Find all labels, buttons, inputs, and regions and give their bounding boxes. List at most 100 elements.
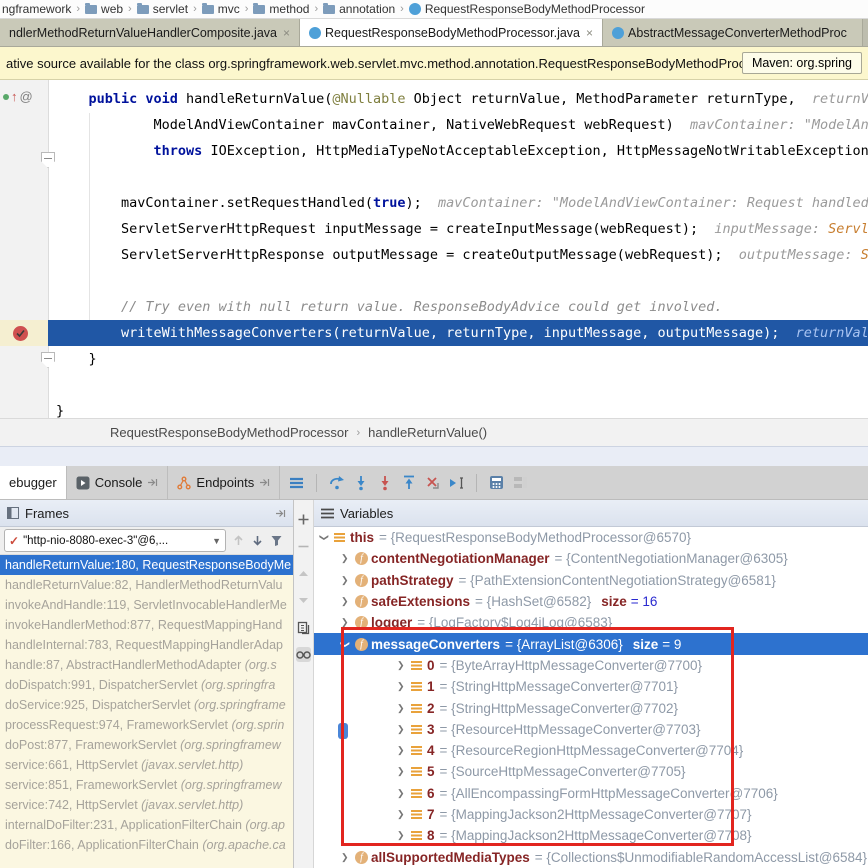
maven-library-button[interactable]: Maven: org.spring — [742, 52, 862, 74]
chevron-icon[interactable] — [341, 596, 355, 607]
override-gutter-marks[interactable]: ↑ @ — [3, 90, 33, 103]
stack-frame-row[interactable]: handleReturnValue:180, RequestResponseBo… — [0, 555, 293, 575]
show-watches-icon[interactable] — [296, 647, 311, 662]
breadcrumb-method[interactable]: handleReturnValue() — [368, 425, 487, 440]
remove-watch-icon[interactable] — [296, 539, 311, 554]
stack-frame-row[interactable]: service:851, FrameworkServlet (org.sprin… — [0, 775, 293, 795]
variable-row[interactable]: contentNegotiationManager = {ContentNego… — [314, 548, 868, 569]
frame-location: doDispatch:991, DispatcherServlet — [5, 678, 201, 692]
frame-location: invokeAndHandle:119, ServletInvocableHan… — [5, 598, 287, 612]
variable-value: = {ByteArrayHttpMessageConverter@7700} — [440, 658, 702, 673]
close-icon[interactable]: × — [283, 26, 290, 40]
stack-frame-row[interactable]: internalDoFilter:231, ApplicationFilterC… — [0, 815, 293, 835]
variables-panel: Variables this = {RequestResponseBodyMet… — [314, 500, 868, 868]
chevron-icon[interactable] — [341, 852, 355, 863]
jump-to-icon[interactable] — [275, 508, 286, 519]
chevron-separator-icon: › — [314, 3, 318, 15]
thread-dropdown[interactable]: ✓ "http-nio-8080-exec-3"@6,... ▼ — [4, 529, 226, 552]
chevron-icon[interactable] — [341, 553, 355, 564]
editor-tab-label: AbstractMessageConverterMethodProc — [628, 26, 847, 40]
variable-value: = {PathExtensionContentNegotiationStrate… — [459, 573, 776, 588]
stack-frame-row[interactable]: handle:87, AbstractHandlerMethodAdapter … — [0, 655, 293, 675]
breadcrumb-item[interactable]: ngframework › — [2, 2, 85, 16]
stack-frame-row[interactable]: invokeHandlerMethod:877, RequestMappingH… — [0, 615, 293, 635]
variable-row[interactable]: safeExtensions = {HashSet@6582} size = 1… — [314, 591, 868, 612]
chevron-icon[interactable] — [397, 724, 411, 735]
step-over-icon[interactable] — [328, 474, 345, 491]
stack-frame-row[interactable]: service:661, HttpServlet (javax.servlet.… — [0, 755, 293, 775]
variable-row[interactable]: allSupportedMediaTypes = {Collections$Un… — [314, 846, 868, 867]
variable-row[interactable]: 8 = {MappingJackson2HttpMessageConverter… — [314, 825, 868, 846]
variable-row[interactable]: 3 = {ResourceHttpMessageConverter@7703} — [314, 719, 868, 740]
variable-row[interactable]: 1 = {StringHttpMessageConverter@7701} — [314, 676, 868, 697]
filter-frames-icon[interactable] — [270, 534, 283, 547]
variable-value: = {MappingJackson2HttpMessageConverter@7… — [440, 828, 752, 843]
breadcrumb-item[interactable]: annotation › — [323, 2, 409, 16]
move-down-icon[interactable] — [296, 593, 311, 608]
breadcrumb-item[interactable]: servlet › — [137, 2, 202, 16]
variable-row[interactable]: 0 = {ByteArrayHttpMessageConverter@7700} — [314, 655, 868, 676]
stack-frame-row[interactable]: doPost:877, FrameworkServlet (org.spring… — [0, 735, 293, 755]
run-to-cursor-icon[interactable] — [448, 474, 465, 491]
stack-frame-row[interactable]: handleReturnValue:82, HandlerMethodRetur… — [0, 575, 293, 595]
step-out-icon[interactable] — [400, 474, 417, 491]
add-watch-icon[interactable] — [296, 512, 311, 527]
tab-endpoints[interactable]: Endpoints — [168, 466, 280, 499]
stack-frame-row[interactable]: handleInternal:783, RequestMappingHandle… — [0, 635, 293, 655]
editor-tab[interactable]: RequestResponseBodyMethodProcessor.java … — [300, 19, 603, 46]
chevron-icon[interactable] — [397, 830, 411, 841]
breadcrumb-item[interactable]: method › — [253, 2, 323, 16]
variable-row[interactable]: this = {RequestResponseBodyMethodProcess… — [314, 527, 868, 548]
stack-frame-row[interactable]: service:742, HttpServlet (javax.servlet.… — [0, 795, 293, 815]
chevron-icon[interactable] — [397, 660, 411, 671]
close-icon[interactable]: × — [586, 26, 593, 40]
frame-package: (org.s — [245, 658, 277, 672]
chevron-icon[interactable] — [341, 575, 355, 586]
variable-row[interactable]: 6 = {AllEncompassingFormHttpMessageConve… — [314, 783, 868, 804]
chevron-icon[interactable] — [397, 681, 411, 692]
breakpoint-icon[interactable] — [13, 326, 28, 341]
breadcrumb-item[interactable]: web › — [85, 2, 137, 16]
layout-settings-icon[interactable] — [512, 474, 529, 491]
stack-frame-row[interactable]: invokeAndHandle:119, ServletInvocableHan… — [0, 595, 293, 615]
editor-tab[interactable]: ndlerMethodReturnValueHandlerComposite.j… — [0, 19, 300, 46]
variable-row[interactable]: 2 = {StringHttpMessageConverter@7702} — [314, 697, 868, 718]
breadcrumb-item[interactable]: mvc › — [202, 2, 254, 16]
force-step-into-icon[interactable] — [376, 474, 393, 491]
stack-frame-row[interactable]: doFilter:166, ApplicationFilterChain (or… — [0, 835, 293, 855]
chevron-icon[interactable] — [397, 809, 411, 820]
frame-down-icon[interactable] — [251, 534, 264, 547]
step-into-icon[interactable] — [352, 474, 369, 491]
variable-row[interactable]: 7 = {MappingJackson2HttpMessageConverter… — [314, 804, 868, 825]
frame-up-icon[interactable] — [232, 534, 245, 547]
tab-console[interactable]: Console — [67, 466, 169, 499]
annotation-handle[interactable] — [338, 723, 348, 739]
breadcrumb-item[interactable]: RequestResponseBodyMethodProcessor › — [409, 2, 645, 16]
chevron-icon[interactable] — [397, 788, 411, 799]
code-editor[interactable]: @Override public void handleReturnValue(… — [0, 80, 868, 418]
stack-frame-row[interactable]: doService:925, DispatcherServlet (org.sp… — [0, 695, 293, 715]
chevron-icon[interactable] — [397, 766, 411, 777]
stack-frame-row[interactable]: doDispatch:991, DispatcherServlet (org.s… — [0, 675, 293, 695]
chevron-icon[interactable] — [397, 745, 411, 756]
tab-debugger[interactable]: ebugger — [0, 466, 67, 499]
variable-row[interactable]: 4 = {ResourceRegionHttpMessageConverter@… — [314, 740, 868, 761]
evaluate-expression-icon[interactable] — [488, 474, 505, 491]
variable-row[interactable]: messageConverters = {ArrayList@6306} siz… — [314, 633, 868, 654]
move-up-icon[interactable] — [296, 566, 311, 581]
drop-frame-icon[interactable] — [424, 474, 441, 491]
settings-menu-icon[interactable] — [288, 474, 305, 491]
variable-row[interactable]: pathStrategy = {PathExtensionContentNego… — [314, 570, 868, 591]
chevron-icon[interactable] — [320, 532, 334, 543]
copy-stack-icon[interactable] — [296, 620, 311, 635]
variables-menu-icon[interactable] — [321, 508, 334, 519]
editor-tab[interactable]: AbstractMessageConverterMethodProc — [603, 19, 863, 46]
stack-frame-row[interactable]: processRequest:974, FrameworkServlet (or… — [0, 715, 293, 735]
chevron-icon[interactable] — [397, 703, 411, 714]
variable-row[interactable]: 5 = {SourceHttpMessageConverter@7705} — [314, 761, 868, 782]
variable-row[interactable]: logger = {LogFactory$Log4jLog@6583} — [314, 612, 868, 633]
chevron-icon[interactable] — [341, 617, 355, 628]
chevron-icon[interactable] — [341, 639, 355, 650]
breadcrumb-class[interactable]: RequestResponseBodyMethodProcessor — [110, 425, 348, 440]
chevron-separator-icon: › — [76, 3, 80, 15]
